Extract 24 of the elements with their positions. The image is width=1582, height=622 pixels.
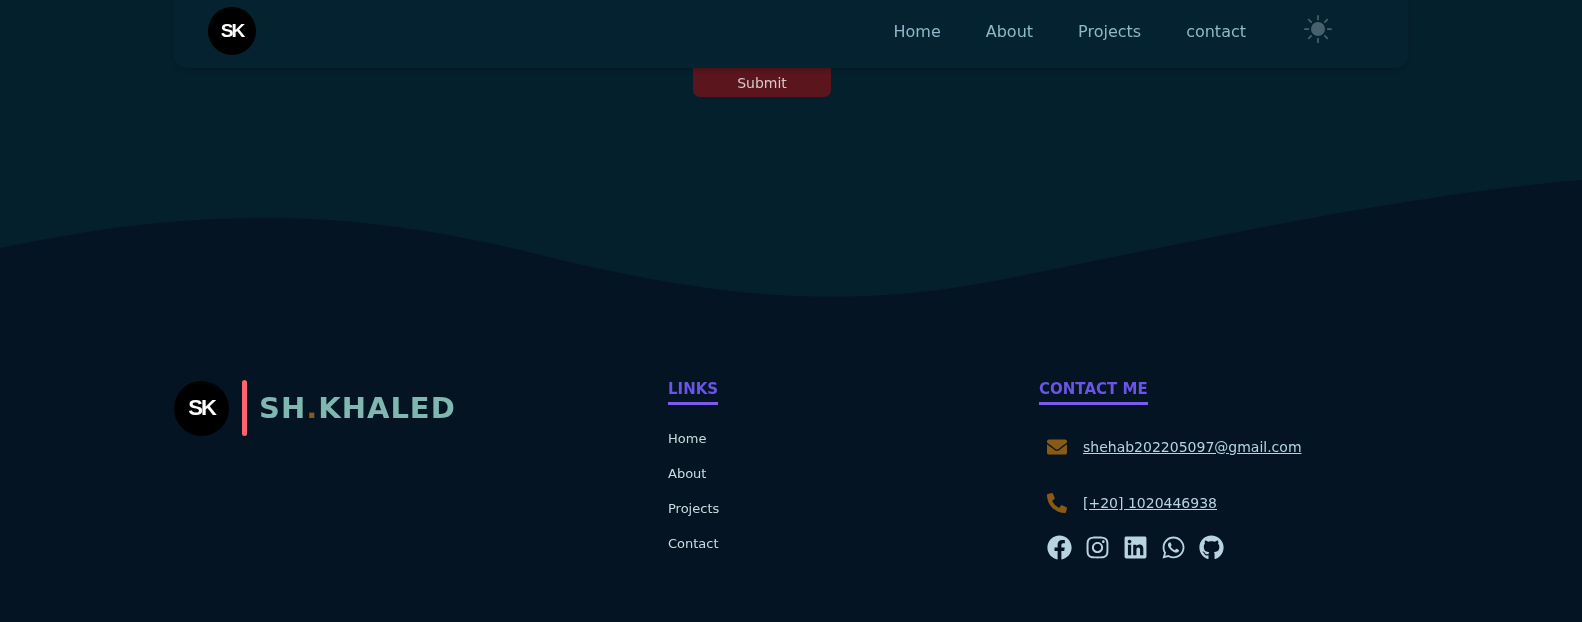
whatsapp-icon[interactable] [1161,535,1186,560]
logo[interactable]: SK [208,7,256,55]
sun-icon[interactable] [1304,15,1332,43]
footer-link[interactable]: About [668,466,707,481]
phone-icon [1047,493,1067,513]
nav-link[interactable]: contact [1186,21,1246,41]
contact-heading: CONTACT ME [1039,380,1148,405]
nav-link[interactable]: Home [893,21,941,41]
nav-link[interactable]: About [985,21,1034,41]
brand-name: SH.KHALED [259,391,456,425]
footer-link[interactable]: Projects [668,501,720,516]
phone-number-link[interactable]: [+20] 1020446938 [1083,495,1217,511]
footer-link[interactable]: Contact [668,536,719,551]
envelope-icon [1047,437,1067,457]
logo: SK [174,380,229,436]
nav-link[interactable]: Projects [1078,21,1142,41]
instagram-icon[interactable] [1085,535,1110,560]
github-icon[interactable] [1199,535,1224,560]
facebook-icon[interactable] [1047,535,1072,560]
email-link[interactable]: shehab202205097@gmail.com [1083,439,1302,455]
linkedin-icon[interactable] [1123,535,1148,560]
submit-button[interactable]: Submit [693,67,831,97]
links-heading: LINKS [668,380,719,405]
footer-link[interactable]: Home [668,431,707,446]
